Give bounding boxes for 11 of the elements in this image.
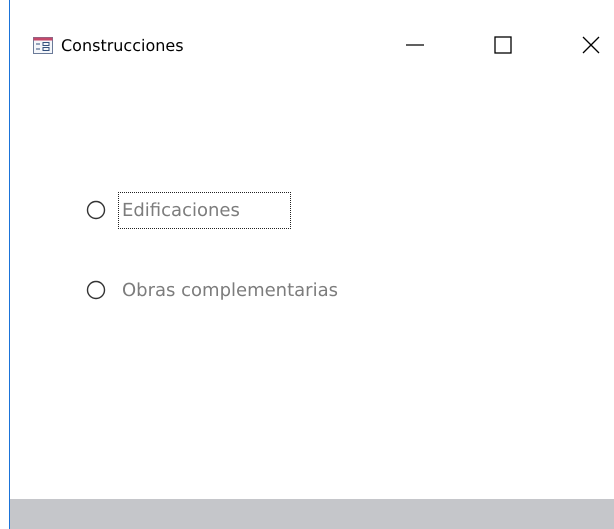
maximize-button[interactable] xyxy=(494,36,512,54)
window-title: Construcciones xyxy=(61,36,184,54)
option-label[interactable]: Edificaciones xyxy=(118,192,291,228)
radio-button[interactable] xyxy=(86,280,106,300)
option-label[interactable]: Obras complementarias xyxy=(118,272,389,308)
minimize-icon xyxy=(406,44,424,46)
close-button[interactable] xyxy=(582,36,600,54)
close-icon xyxy=(582,36,600,54)
form-icon xyxy=(33,36,53,54)
radio-button[interactable] xyxy=(86,200,106,220)
maximize-icon xyxy=(494,36,512,54)
